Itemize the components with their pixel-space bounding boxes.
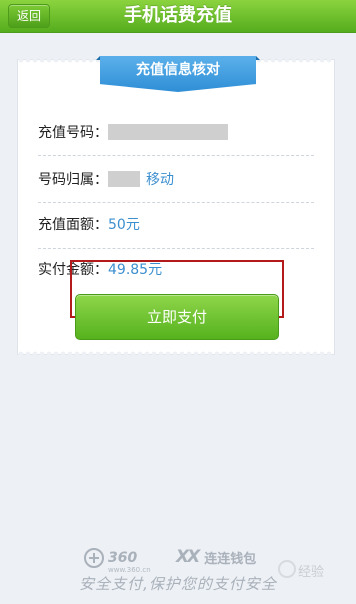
page-title: 手机话费充值 <box>124 5 232 26</box>
redacted-region <box>108 171 140 187</box>
redacted-phone-number <box>108 124 228 140</box>
row-face-value: 充值面额： 50元 <box>38 204 314 244</box>
pay-now-button[interactable]: 立即支付 <box>75 294 279 340</box>
row-divider <box>38 202 314 203</box>
footer: 360 www.360.cn XX 连连钱包 安全支付,保护您的支付安全 经验 <box>0 540 356 600</box>
plus-circle-icon <box>84 548 104 568</box>
logo-lianlian-wallet: XX 连连钱包 <box>176 547 256 567</box>
logo-360-text: 360 <box>108 550 138 566</box>
row-label: 充值号码： <box>38 125 108 141</box>
card-banner: 充值信息核对 <box>100 56 256 92</box>
row-label: 号码归属： <box>38 172 108 188</box>
carrier-value: 移动 <box>146 172 174 188</box>
banner-fold-left <box>96 56 100 60</box>
logo-360: 360 www.360.cn <box>84 548 151 574</box>
recharge-info-card: 充值信息核对 充值号码： 号码归属： 移动 充值面额： 50元 实付金额： 49… <box>18 56 334 357</box>
row-label: 充值面额： <box>38 217 108 233</box>
wallet-name: 连连钱包 <box>204 551 257 567</box>
watermark-text: 经验 <box>298 565 325 580</box>
app-header: 返回 手机话费充值 <box>0 0 356 33</box>
row-divider <box>38 155 314 156</box>
row-phone-number: 充值号码： <box>38 112 314 152</box>
watermark-icon <box>278 560 296 578</box>
face-value: 50元 <box>108 217 140 233</box>
row-carrier: 号码归属： 移动 <box>38 159 314 199</box>
card-serrated-edge-bottom <box>18 351 334 357</box>
wallet-mark: XX <box>176 547 200 567</box>
banner-fold-right <box>256 56 260 60</box>
